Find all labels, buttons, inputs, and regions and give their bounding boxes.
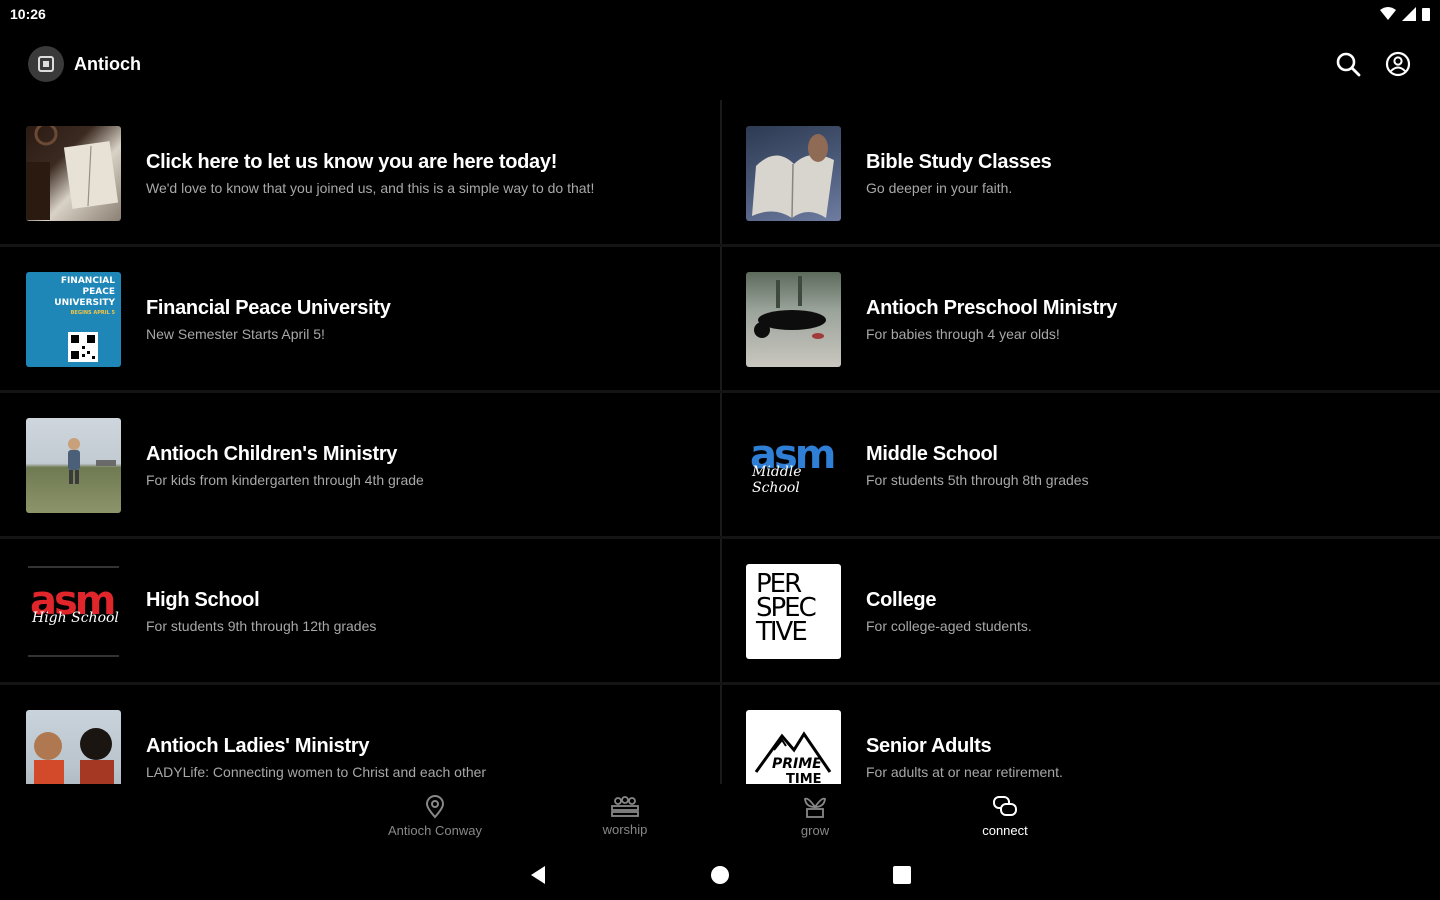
recents-square-icon [893, 866, 911, 884]
battery-icon [1422, 8, 1430, 21]
list-item-college[interactable]: PER SPEC TIVE College For college-aged s… [720, 538, 1440, 684]
item-subtitle: For kids from kindergarten through 4th g… [146, 471, 424, 488]
thumbnail-prime-time: PRIME TIME [746, 709, 841, 785]
prime-time-text: TIME [786, 771, 822, 785]
list-item-preschool[interactable]: Antioch Preschool Ministry For babies th… [720, 246, 1440, 392]
list-item-middle-school[interactable]: asm Middle School Middle School For stud… [720, 392, 1440, 538]
thumbnail-women [26, 709, 121, 784]
item-title: Senior Adults [866, 734, 992, 757]
nav-item-antioch-conway[interactable]: Antioch Conway [340, 784, 530, 848]
flyer-text: PEACE [82, 286, 115, 297]
nav-label: connect [982, 822, 1028, 838]
thumbnail-child-field [26, 417, 121, 513]
item-subtitle: For college-aged students. [866, 617, 1032, 634]
thumbnail-asm-middle-school: asm Middle School [746, 417, 841, 513]
nav-item-connect[interactable]: connect [910, 784, 1100, 848]
item-title: Middle School [866, 442, 998, 465]
item-subtitle: LADYLife: Connecting women to Christ and… [146, 763, 487, 780]
list-item-ladies[interactable]: Antioch Ladies' Ministry LADYLife: Conne… [0, 684, 720, 784]
item-title: College [866, 588, 937, 611]
bottom-navigation: Antioch Conway worship grow connect [0, 784, 1440, 848]
nav-item-grow[interactable]: grow [720, 784, 910, 848]
item-subtitle: We'd love to know that you joined us, an… [146, 179, 595, 196]
nav-label: grow [800, 822, 830, 838]
perspective-text: PER [756, 568, 802, 599]
home-button[interactable] [704, 859, 736, 891]
grid-row: FINANCIAL PEACE UNIVERSITY BEGINS APRIL … [0, 246, 1440, 392]
grid-row: asm High School High School For students… [0, 538, 1440, 684]
back-triangle-icon [531, 866, 545, 884]
app-logo [28, 46, 64, 82]
back-button[interactable] [522, 859, 554, 891]
account-button[interactable] [1384, 50, 1412, 78]
status-bar: 10:26 [0, 0, 1440, 28]
item-subtitle: For adults at or near retirement. [866, 763, 1063, 780]
item-subtitle: Go deeper in your faith. [866, 179, 1013, 196]
prime-time-text: PRIME [772, 755, 822, 772]
asm-logo-script: High School [32, 609, 119, 626]
item-title: Antioch Preschool Ministry [866, 296, 1118, 319]
content-grid: Click here to let us know you are here t… [0, 100, 1440, 784]
location-pin-icon [425, 794, 445, 819]
thumbnail-bible-coffee [26, 125, 121, 221]
list-item-childrens[interactable]: Antioch Children's Ministry For kids fro… [0, 392, 720, 538]
item-title: Antioch Children's Ministry [146, 442, 398, 465]
recents-button[interactable] [886, 859, 918, 891]
nav-label: worship [602, 821, 648, 837]
grid-row: Antioch Children's Ministry For kids fro… [0, 392, 1440, 538]
thumbnail-asm-high-school: asm High School [26, 563, 121, 659]
item-title: Financial Peace University [146, 296, 391, 319]
list-item-financial-peace[interactable]: FINANCIAL PEACE UNIVERSITY BEGINS APRIL … [0, 246, 720, 392]
qr-code-icon [68, 331, 98, 362]
signal-icon [1402, 7, 1416, 21]
list-item-high-school[interactable]: asm High School High School For students… [0, 538, 720, 684]
wifi-icon [1380, 7, 1396, 20]
perspective-text: TIVE [756, 616, 808, 647]
app-bar: Antioch [0, 36, 1440, 92]
grid-row: Click here to let us know you are here t… [0, 100, 1440, 246]
thumbnail-open-bible [746, 125, 841, 221]
list-item-welcome[interactable]: Click here to let us know you are here t… [0, 100, 720, 246]
nav-label: Antioch Conway [388, 822, 482, 838]
worship-icon [611, 795, 639, 817]
item-subtitle: For students 9th through 12th grades [146, 617, 377, 634]
flyer-text: BEGINS APRIL 5 [70, 309, 115, 316]
status-time: 10:26 [10, 6, 46, 22]
flyer-text: FINANCIAL [60, 275, 115, 286]
app-title: Antioch [74, 53, 141, 74]
grid-row: Antioch Ladies' Ministry LADYLife: Conne… [0, 684, 1440, 784]
nav-item-worship[interactable]: worship [530, 784, 720, 848]
search-icon [1336, 52, 1361, 77]
item-title: Click here to let us know you are here t… [146, 150, 558, 173]
list-item-senior-adults[interactable]: PRIME TIME Senior Adults For adults at o… [720, 684, 1440, 784]
status-icons [1380, 7, 1430, 21]
item-subtitle: New Semester Starts April 5! [146, 325, 325, 342]
chat-icon [993, 795, 1017, 816]
thumbnail-toddler [746, 271, 841, 367]
flyer-text: UNIVERSITY [54, 297, 115, 308]
list-item-bible-study[interactable]: Bible Study Classes Go deeper in your fa… [720, 100, 1440, 246]
grow-icon [804, 797, 826, 818]
thumbnail-perspective: PER SPEC TIVE [746, 563, 841, 659]
search-button[interactable] [1334, 50, 1362, 78]
thumbnail-financial-peace: FINANCIAL PEACE UNIVERSITY BEGINS APRIL … [26, 271, 121, 367]
item-subtitle: For students 5th through 8th grades [866, 471, 1089, 488]
perspective-text: SPEC [756, 592, 817, 623]
system-navigation [0, 850, 1440, 900]
item-title: Antioch Ladies' Ministry [146, 734, 370, 757]
asm-logo-script: Middle School [752, 463, 802, 496]
item-title: High School [146, 588, 260, 611]
item-subtitle: For babies through 4 year olds! [866, 325, 1060, 342]
item-title: Bible Study Classes [866, 150, 1052, 173]
home-circle-icon [711, 866, 729, 884]
account-icon [1385, 51, 1411, 77]
